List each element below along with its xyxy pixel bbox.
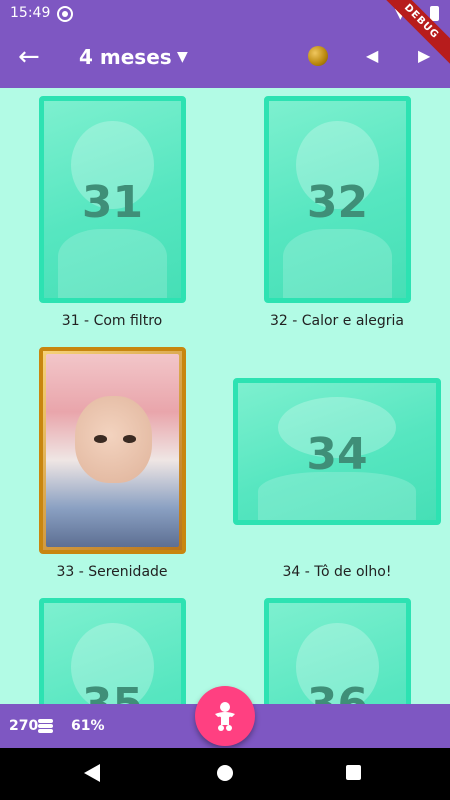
photo-thumbnail: 35 [39, 598, 186, 704]
status-time: 15:49 [10, 5, 51, 21]
app-bar: ← 4 meses ▼ ◀ ▶ [0, 28, 450, 88]
photo-card-33[interactable]: 33 - Serenidade [39, 347, 186, 587]
baby-face [75, 396, 153, 484]
photo-number: 32 [306, 177, 369, 228]
photo-number: 34 [306, 429, 368, 480]
system-nav-bar [0, 748, 450, 800]
sync-icon [57, 6, 73, 22]
photo-thumbnail: 32 [264, 96, 411, 303]
triangle-left-icon[interactable]: ◀ [366, 46, 378, 65]
baby-photo [46, 354, 179, 547]
photo-caption: 32 - Calor e alegria [269, 313, 405, 329]
photo-thumbnail [39, 347, 186, 554]
baby-icon [215, 702, 235, 731]
photo-thumbnail: 34 [233, 378, 441, 525]
triangle-right-icon[interactable]: ▶ [418, 46, 430, 65]
photo-caption: 31 - Com filtro [61, 313, 163, 329]
nav-home-icon[interactable] [217, 765, 233, 781]
photo-card-34[interactable]: 34 34 - Tô de olho! [233, 378, 441, 588]
arrow-back-icon[interactable]: ← [18, 43, 40, 71]
photo-card-32[interactable]: 32 32 - Calor e alegria [264, 96, 411, 346]
nav-recents-icon[interactable] [346, 765, 361, 780]
baby-eye [123, 435, 137, 443]
photo-number: 31 [81, 177, 144, 228]
photo-thumbnail: 36 [264, 598, 411, 704]
baby-fab-button[interactable] [195, 686, 255, 746]
coin-stack-icon [38, 719, 53, 734]
nav-back-icon[interactable] [84, 764, 100, 782]
progress-percent: 61% [71, 718, 105, 734]
page-title[interactable]: 4 meses [79, 45, 172, 69]
photo-caption: 34 - Tô de olho! [282, 564, 392, 580]
photo-card-31[interactable]: 31 31 - Com filtro [39, 96, 186, 346]
photo-number: 35 [44, 679, 181, 704]
caret-down-icon[interactable]: ▼ [177, 49, 188, 65]
photo-thumbnail: 31 [39, 96, 186, 303]
photo-grid: 31 31 - Com filtro 32 32 - Calor e alegr… [0, 88, 450, 704]
photo-card-36[interactable]: 36 [264, 598, 411, 704]
gold-coin-icon[interactable] [308, 46, 328, 66]
coins-count: 270 [9, 718, 39, 734]
status-bar: 15:49 ▼ [0, 0, 450, 28]
photo-number: 36 [269, 679, 406, 704]
baby-eye [93, 435, 108, 443]
photo-caption: 33 - Serenidade [56, 564, 168, 580]
photo-card-35[interactable]: 35 [39, 598, 186, 704]
